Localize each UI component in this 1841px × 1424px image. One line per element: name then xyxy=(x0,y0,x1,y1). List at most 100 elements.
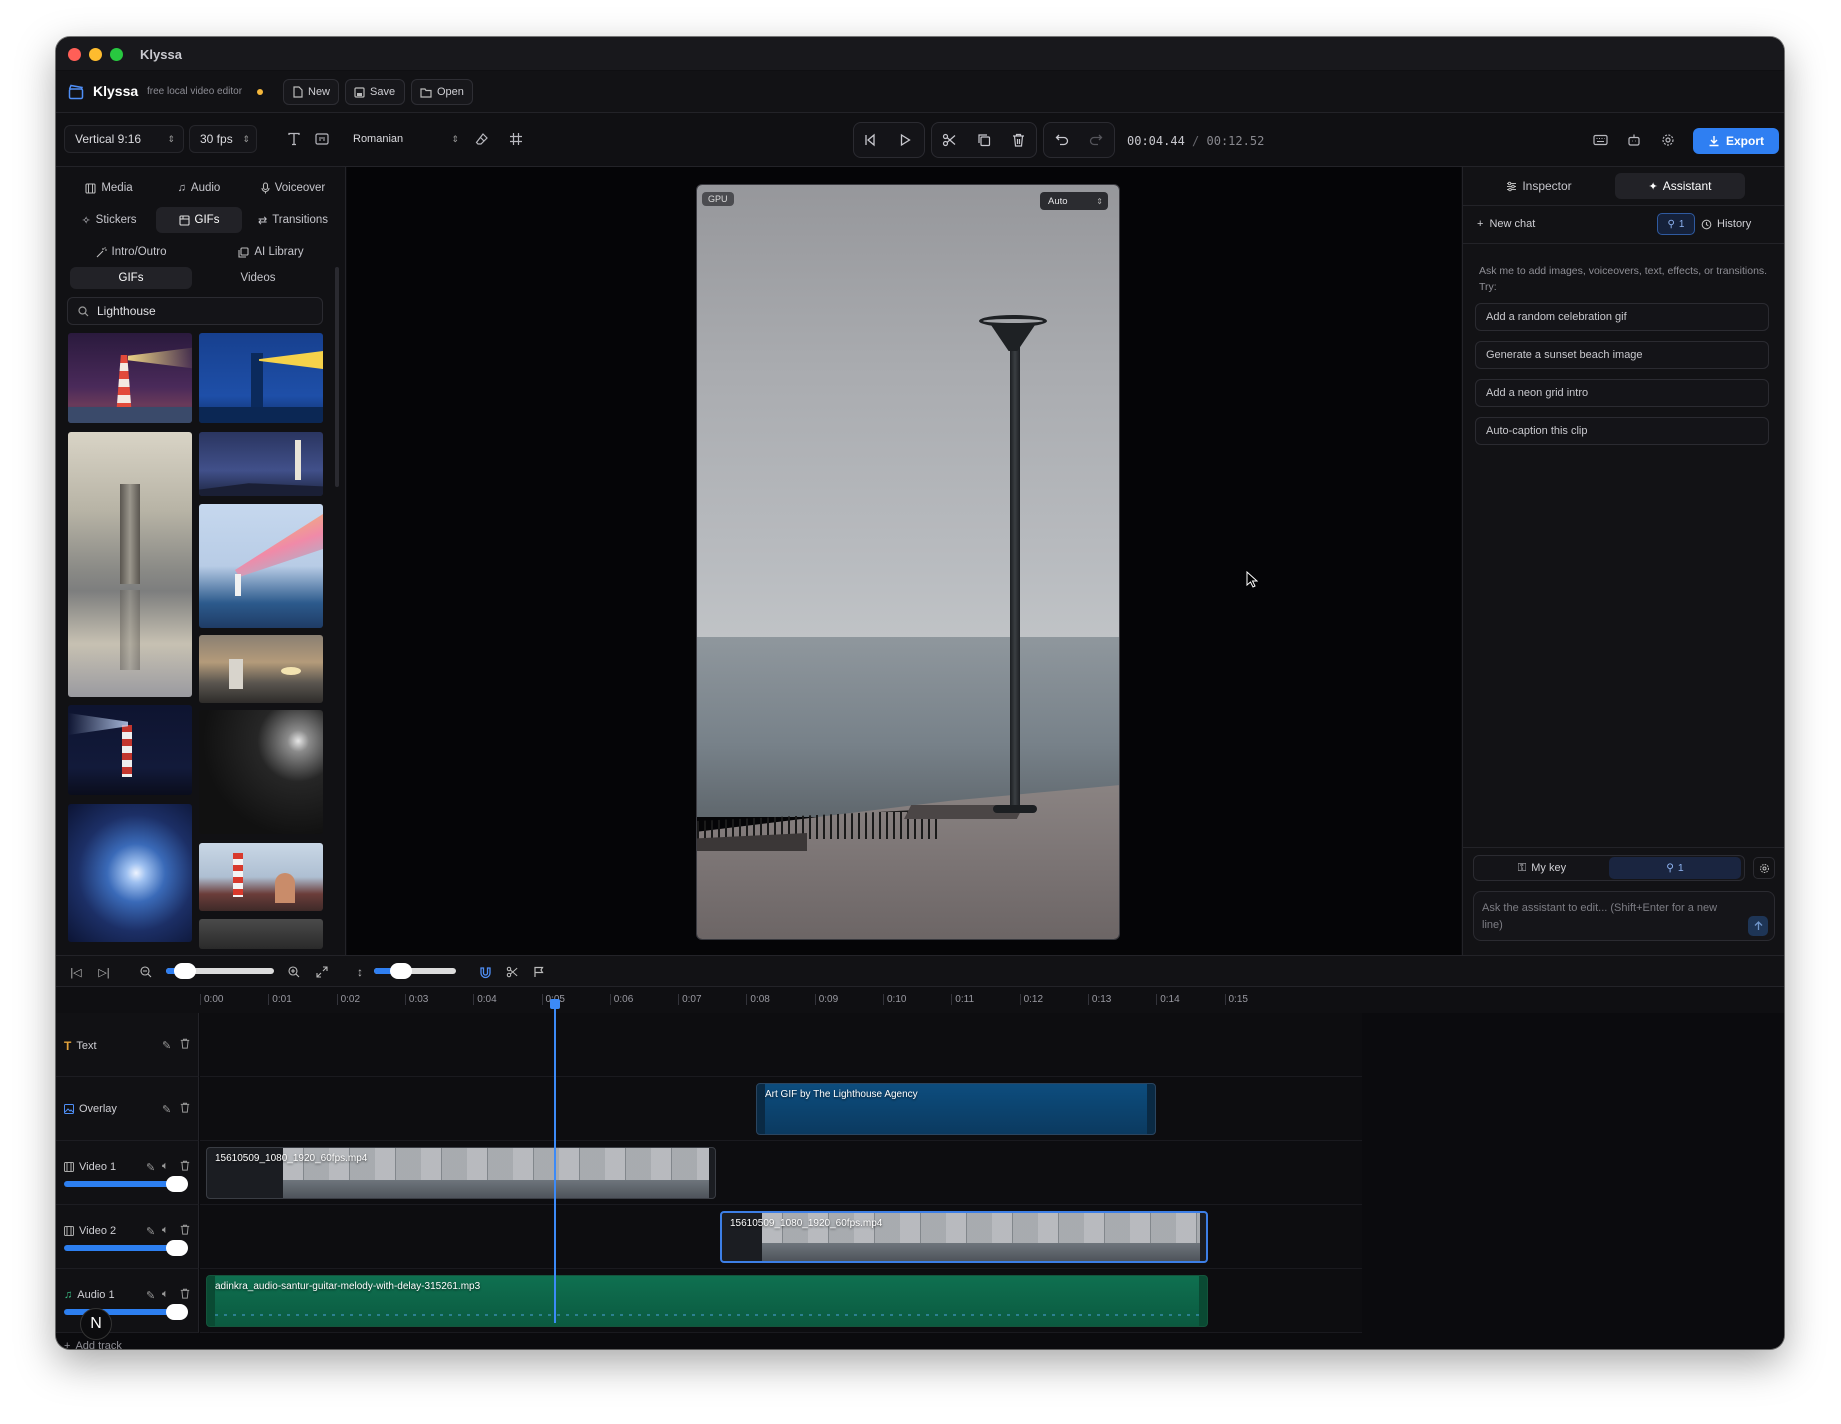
linked-key-button[interactable]: ⚲ 1 xyxy=(1609,857,1741,879)
my-key-button[interactable]: ⚿ My key xyxy=(1477,857,1607,879)
suggestion-button[interactable]: Auto-caption this clip xyxy=(1475,417,1769,445)
keyboard-shortcuts-button[interactable] xyxy=(1586,126,1614,154)
gif-search-input[interactable]: Lighthouse xyxy=(67,297,323,325)
tab-stickers[interactable]: ✧ Stickers xyxy=(66,207,152,233)
speaker-icon[interactable]: 🔈︎ xyxy=(162,1288,169,1301)
jump-start-button[interactable]: |◁ xyxy=(62,958,90,986)
jump-end-button[interactable]: ▷| xyxy=(90,958,118,986)
trash-icon[interactable] xyxy=(180,1224,190,1235)
tab-transitions[interactable]: ⇄ Transitions xyxy=(246,207,340,233)
save-button[interactable]: Save xyxy=(345,79,405,105)
new-chat-button[interactable]: + New chat xyxy=(1477,213,1535,235)
gif-thumb[interactable] xyxy=(199,919,323,949)
gif-thumb[interactable] xyxy=(199,635,323,703)
settings-button[interactable] xyxy=(1654,126,1682,154)
gif-thumb[interactable] xyxy=(199,710,323,834)
open-button[interactable]: Open xyxy=(411,79,473,105)
volume-knob[interactable] xyxy=(166,1304,188,1320)
pencil-icon[interactable]: ✎ xyxy=(146,1161,155,1174)
aspect-select[interactable]: Vertical 9:16 ⇕ xyxy=(64,125,184,153)
magnet-snap-button[interactable] xyxy=(471,958,499,986)
gif-thumb[interactable] xyxy=(199,504,323,628)
volume-knob[interactable] xyxy=(166,1176,188,1192)
tab-media[interactable]: Media xyxy=(66,175,152,201)
zoom-slider[interactable] xyxy=(166,963,274,979)
gif-thumb[interactable] xyxy=(199,843,323,911)
fit-timeline-button[interactable] xyxy=(308,958,336,986)
playhead[interactable] xyxy=(550,999,560,1323)
track-height-knob[interactable] xyxy=(390,963,412,979)
tab-assistant[interactable]: ✦ Assistant xyxy=(1615,173,1745,199)
close-window-button[interactable] xyxy=(68,48,81,61)
minimize-window-button[interactable] xyxy=(89,48,102,61)
undo-button[interactable] xyxy=(1048,126,1076,154)
speaker-icon[interactable]: 🔈︎ xyxy=(162,1224,169,1237)
skip-to-start-button[interactable] xyxy=(856,126,884,154)
panel-scrollbar[interactable] xyxy=(335,267,339,487)
zoom-in-button[interactable] xyxy=(280,958,308,986)
pencil-icon[interactable]: ✎ xyxy=(162,1039,171,1052)
linked-items-badge[interactable]: ⚲ 1 xyxy=(1657,213,1695,235)
speaker-icon[interactable]: 🔈︎ xyxy=(162,1160,169,1173)
new-button[interactable]: New xyxy=(283,79,339,105)
video-1-clip[interactable]: 15610509_1080_1920_60fps.mp4 xyxy=(206,1147,716,1199)
overlay-clip[interactable]: Art GIF by The Lighthouse Agency xyxy=(756,1083,1156,1135)
gif-thumb[interactable] xyxy=(68,804,192,942)
quality-select[interactable]: Auto ⇕ xyxy=(1040,192,1108,210)
track-lane-text[interactable] xyxy=(200,1013,1362,1077)
gif-thumb[interactable] xyxy=(68,333,192,423)
language-select[interactable]: Romanian ⇕ xyxy=(343,125,463,153)
trash-icon[interactable] xyxy=(180,1102,190,1113)
add-track-button[interactable]: + Add track xyxy=(64,1340,122,1349)
audio-clip[interactable]: adinkra_audio-santur-guitar-melody-with-… xyxy=(206,1275,1208,1327)
duplicate-button[interactable] xyxy=(970,126,998,154)
suggestion-button[interactable]: Generate a sunset beach image xyxy=(1475,341,1769,369)
track-height-slider[interactable] xyxy=(374,963,456,979)
trash-icon[interactable] xyxy=(180,1038,190,1049)
video-preview-canvas[interactable] xyxy=(696,184,1120,940)
user-avatar[interactable]: N xyxy=(80,1308,112,1340)
tab-gifs[interactable]: GIFs xyxy=(156,207,242,233)
video-2-clip[interactable]: 15610509_1080_1920_60fps.mp4 xyxy=(720,1211,1208,1263)
track-height-button[interactable]: ↕ xyxy=(346,958,374,986)
pencil-icon[interactable]: ✎ xyxy=(146,1289,155,1302)
pencil-icon[interactable]: ✎ xyxy=(162,1103,171,1116)
grid-button[interactable] xyxy=(502,125,530,153)
assistant-settings-button[interactable] xyxy=(1753,857,1775,879)
timeline-ruler[interactable]: 0:000:010:020:030:040:050:060:070:080:09… xyxy=(56,987,1784,1013)
redo-button[interactable] xyxy=(1082,126,1110,154)
export-button[interactable]: Export xyxy=(1693,128,1779,154)
fps-select[interactable]: 30 fps ⇕ xyxy=(189,125,257,153)
zoom-out-button[interactable] xyxy=(132,958,160,986)
delete-button[interactable] xyxy=(1004,126,1032,154)
suggestion-button[interactable]: Add a neon grid intro xyxy=(1475,379,1769,407)
tab-audio[interactable]: ♫ Audio xyxy=(156,175,242,201)
tab-ai-library[interactable]: AI Library xyxy=(206,239,336,265)
tab-intro-outro[interactable]: Intro/Outro xyxy=(66,239,196,265)
assistant-input[interactable]: Ask the assistant to edit... (Shift+Ente… xyxy=(1473,891,1775,941)
tab-inspector[interactable]: Inspector xyxy=(1471,173,1607,199)
gif-thumb[interactable] xyxy=(199,333,323,423)
history-button[interactable]: History xyxy=(1701,213,1751,235)
captions-button[interactable] xyxy=(308,125,336,153)
gif-thumb[interactable] xyxy=(199,432,323,496)
play-button[interactable] xyxy=(891,126,919,154)
volume-knob[interactable] xyxy=(166,1240,188,1256)
gif-thumb[interactable] xyxy=(68,432,192,697)
subtab-gifs[interactable]: GIFs xyxy=(70,267,192,289)
timeline-split-button[interactable] xyxy=(498,958,526,986)
zoom-window-button[interactable] xyxy=(110,48,123,61)
suggestion-button[interactable]: Add a random celebration gif xyxy=(1475,303,1769,331)
ai-bot-button[interactable] xyxy=(1620,126,1648,154)
tab-voiceover[interactable]: Voiceover xyxy=(246,175,340,201)
send-button[interactable] xyxy=(1748,916,1768,936)
zoom-slider-knob[interactable] xyxy=(174,963,196,979)
subtab-videos[interactable]: Videos xyxy=(196,267,320,289)
text-tool-button[interactable] xyxy=(280,125,308,153)
eraser-button[interactable] xyxy=(468,125,496,153)
split-button[interactable] xyxy=(935,126,963,154)
trash-icon[interactable] xyxy=(180,1160,190,1171)
pencil-icon[interactable]: ✎ xyxy=(146,1225,155,1238)
add-marker-button[interactable] xyxy=(525,958,553,986)
trash-icon[interactable] xyxy=(180,1288,190,1299)
